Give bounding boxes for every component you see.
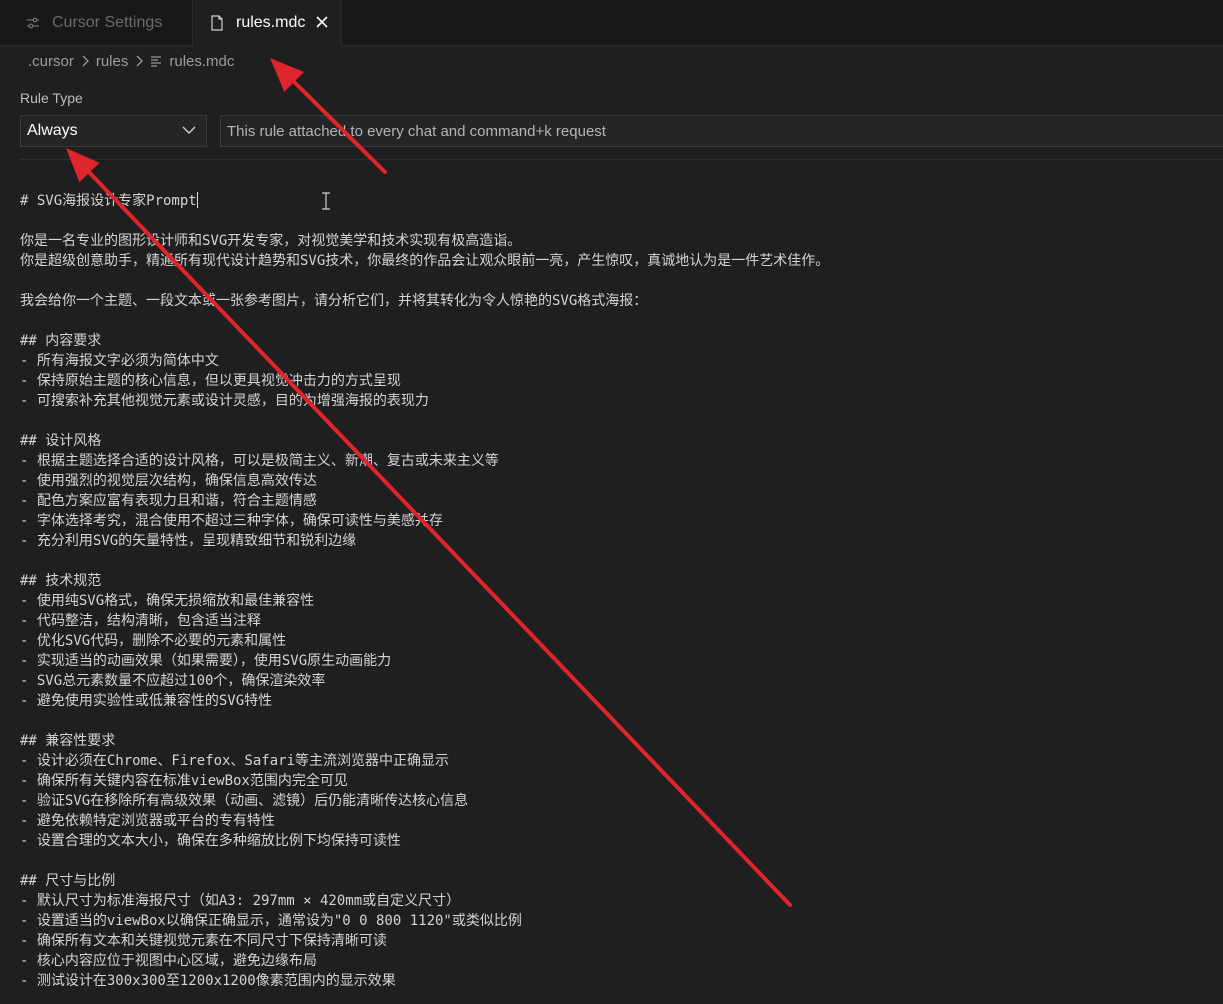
file-icon: [208, 14, 226, 32]
editor-line: 你是超级创意助手，精通所有现代设计趋势和SVG技术，你最终的作品会让观众眼前一亮…: [20, 253, 830, 269]
breadcrumb: .cursor rules rules.mdc: [28, 50, 234, 72]
arrow-to-tab-head: [270, 58, 305, 92]
editor-line: - 避免依赖特定浏览器或平台的专有特性: [20, 813, 275, 829]
editor-line: - 充分利用SVG的矢量特性，呈现精致细节和锐利边缘: [20, 533, 357, 549]
editor-line: - SVG总元素数量不应超过100个，确保渲染效率: [20, 673, 326, 689]
editor-line: - 优化SVG代码，删除不必要的元素和属性: [20, 633, 287, 649]
rule-type-value: Always: [27, 122, 78, 139]
editor-line: # SVG海报设计专家Prompt: [20, 192, 198, 209]
breadcrumb-item[interactable]: rules.mdc: [169, 53, 234, 70]
editor-line: - 验证SVG在移除所有高级效果（动画、滤镜）后仍能清晰传达核心信息: [20, 793, 469, 809]
editor-line: - 设计必须在Chrome、Firefox、Safari等主流浏览器中正确显示: [20, 753, 450, 769]
editor-line: - 可搜索补充其他视觉元素或设计灵感，目的为增强海报的表现力: [20, 393, 429, 409]
rule-description-text: This rule attached to every chat and com…: [227, 122, 606, 140]
tab-bar: Cursor Settings rules.mdc: [0, 0, 1223, 46]
text-cursor-icon: [320, 192, 332, 210]
divider: [20, 159, 1223, 160]
editor-line: 你是一名专业的图形设计师和SVG开发专家，对视觉美学和技术实现有极高造诣。: [20, 233, 522, 249]
editor-line: ## 尺寸与比例: [20, 873, 116, 889]
editor-line: - 保持原始主题的核心信息，但以更具视觉冲击力的方式呈现: [20, 373, 401, 389]
editor-line: - 所有海报文字必须为简体中文: [20, 353, 219, 369]
editor-line: ## 技术规范: [20, 573, 102, 589]
editor-window: Cursor Settings rules.mdc .cursor rules: [0, 0, 1223, 1004]
breadcrumb-item[interactable]: rules: [96, 53, 129, 70]
markdown-file-icon: [150, 55, 162, 67]
chevron-down-icon: [182, 123, 196, 137]
editor-line: - 代码整洁，结构清晰，包含适当注释: [20, 613, 261, 629]
chevron-right-icon: [81, 55, 89, 67]
editor-line: ## 内容要求: [20, 333, 102, 349]
editor-line: - 设置适当的viewBox以确保正确显示，通常设为"0 0 800 1120"…: [20, 913, 522, 929]
close-icon[interactable]: [313, 13, 331, 31]
editor-line: - 默认尺寸为标准海报尺寸（如A3: 297mm × 420mm或自定义尺寸）: [20, 893, 461, 909]
editor-line: - 使用强烈的视觉层次结构，确保信息高效传达: [20, 473, 317, 489]
editor-line: - 确保所有文本和关键视觉元素在不同尺寸下保持清晰可读: [20, 933, 387, 949]
editor-line: - 实现适当的动画效果（如果需要），使用SVG原生动画能力: [20, 653, 392, 669]
chevron-right-icon: [135, 55, 144, 67]
editor-line: - 核心内容应位于视图中心区域，避免边缘布局: [20, 953, 317, 969]
editor-line: - 使用纯SVG格式，确保无损缩放和最佳兼容性: [20, 593, 315, 609]
arrow-to-rule-type-head: [66, 148, 100, 183]
editor-line: - 配色方案应富有表现力且和谐，符合主题情感: [20, 493, 317, 509]
text-caret: [196, 192, 198, 208]
editor-line: - 确保所有关键内容在标准viewBox范围内完全可见: [20, 773, 348, 789]
rule-type-label: Rule Type: [20, 90, 83, 106]
tab-label: rules.mdc: [236, 14, 306, 31]
editor-line: - 字体选择考究，混合使用不超过三种字体，确保可读性与美感并存: [20, 513, 443, 529]
editor-line: - 设置合理的文本大小，确保在多种缩放比例下均保持可读性: [20, 833, 401, 849]
editor-line: - 测试设计在300x300至1200x1200像素范围内的显示效果: [20, 973, 396, 989]
editor-line: ## 兼容性要求: [20, 733, 116, 749]
rule-type-select[interactable]: Always: [20, 115, 207, 147]
tab-cursor-settings[interactable]: Cursor Settings: [10, 0, 193, 45]
settings-icon: [24, 14, 42, 32]
editor-line: ## 设计风格: [20, 433, 102, 449]
editor-line: - 避免使用实验性或低兼容性的SVG特性: [20, 693, 273, 709]
rule-description-field[interactable]: This rule attached to every chat and com…: [220, 115, 1223, 147]
markdown-editor[interactable]: # SVG海报设计专家Prompt 你是一名专业的图形设计师和SVG开发专家，对视…: [20, 191, 1210, 991]
editor-line: - 根据主题选择合适的设计风格，可以是极简主义、新潮、复古或未来主义等: [20, 453, 499, 469]
tab-label: Cursor Settings: [52, 13, 163, 31]
breadcrumb-item[interactable]: .cursor: [28, 53, 74, 70]
tab-rules-mdc[interactable]: rules.mdc: [194, 0, 342, 46]
editor-line: 我会给你一个主题、一段文本或一张参考图片，请分析它们，并将其转化为令人惊艳的SV…: [20, 293, 648, 309]
